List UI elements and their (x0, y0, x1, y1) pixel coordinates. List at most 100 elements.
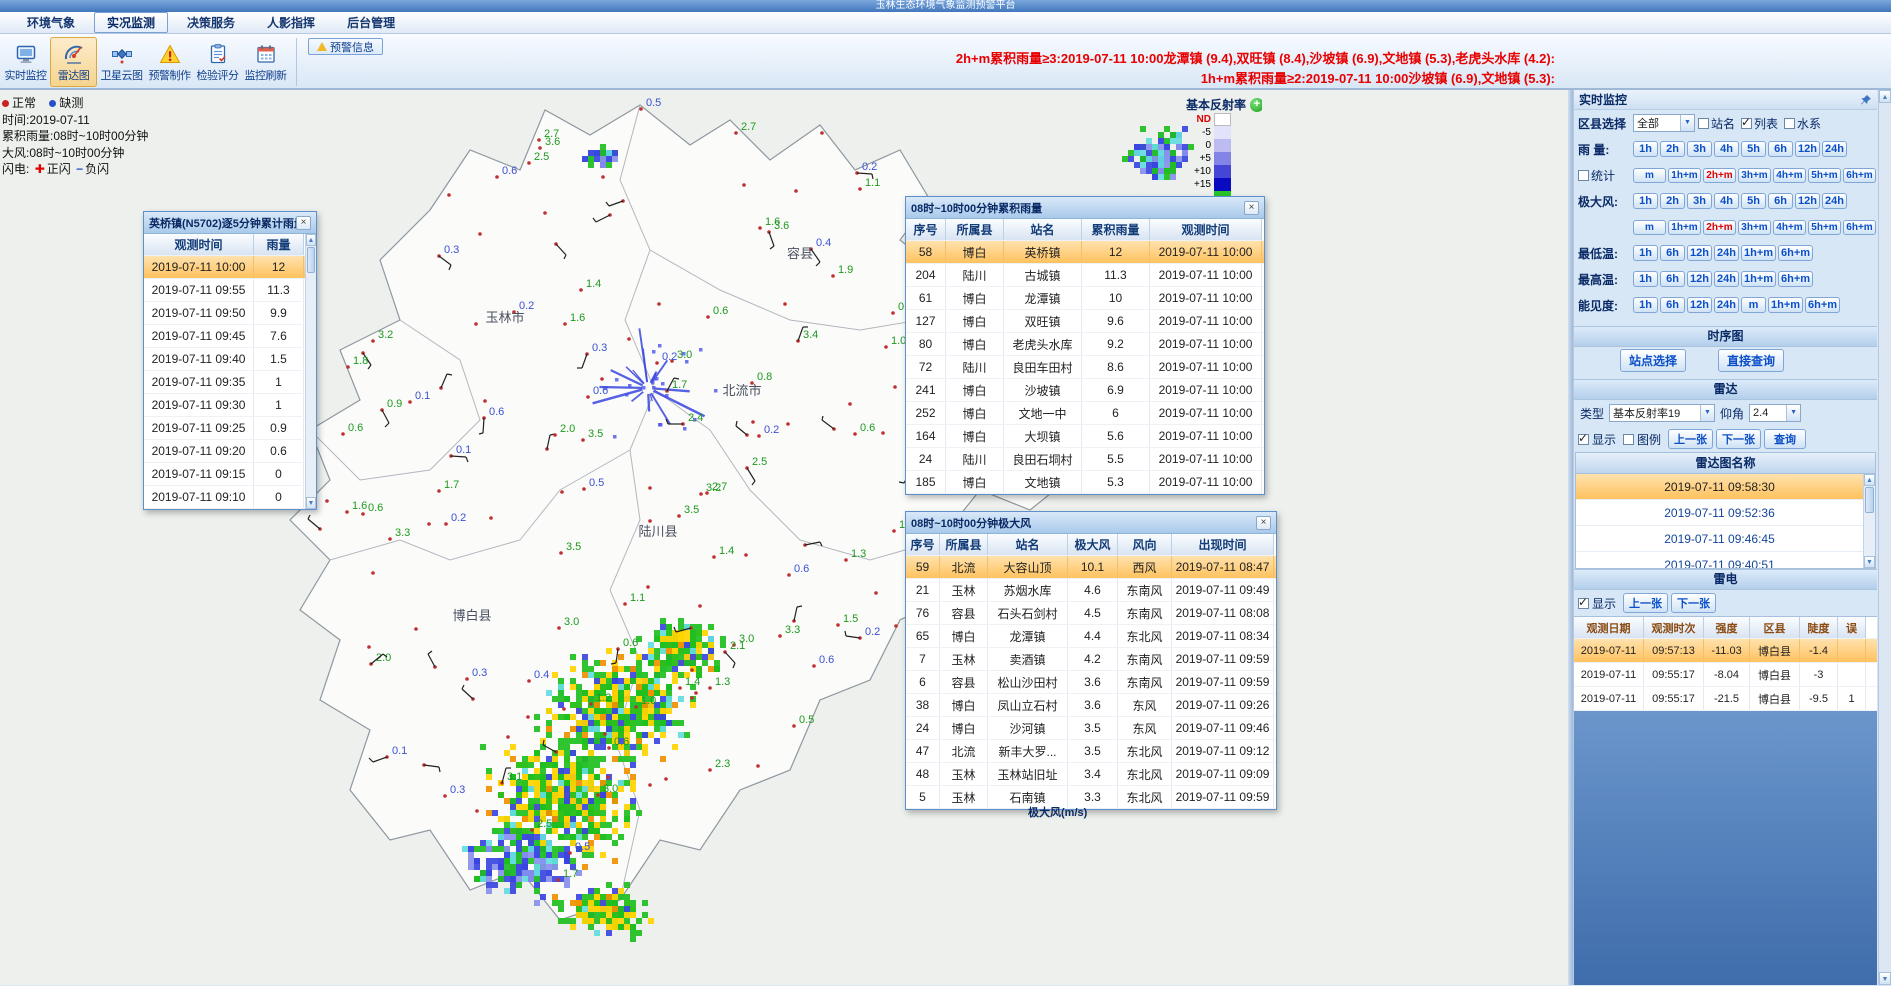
checkbox[interactable] (1741, 118, 1752, 129)
wind-minute-m[interactable]: m (1633, 220, 1666, 235)
rain-hour-24h[interactable]: 24h (1822, 141, 1847, 157)
timeseries-站点选择[interactable]: 站点选择 (1620, 349, 1686, 372)
toolbar-button-satellite[interactable]: 卫星云图 (98, 37, 145, 87)
pin-icon[interactable] (1860, 94, 1872, 106)
tmin-1h[interactable]: 1h (1633, 245, 1658, 261)
column-header[interactable]: 序号 (906, 534, 940, 555)
column-header[interactable]: 所属县 (940, 534, 988, 555)
tmax-1h+m[interactable]: 1h+m (1741, 271, 1776, 287)
wind-minute-1h+m[interactable]: 1h+m (1668, 220, 1701, 235)
wind-minute-6h+m[interactable]: 6h+m (1843, 220, 1876, 235)
vis-1h+m[interactable]: 1h+m (1768, 297, 1803, 313)
column-header[interactable]: 观测时次 (1644, 617, 1704, 638)
column-header[interactable]: 出现时间 (1172, 534, 1274, 555)
table-row[interactable]: 80博白老虎头水库9.22019-07-11 10:00 (906, 333, 1264, 356)
table-row[interactable]: 204陆川古城镇11.32019-07-11 10:00 (906, 264, 1264, 287)
table-row[interactable]: 21玉林苏烟水库4.6东南风2019-07-11 09:49 (906, 579, 1276, 602)
column-header[interactable]: 区县 (1750, 617, 1800, 638)
timeseries-直接查询[interactable]: 直接查询 (1718, 349, 1784, 372)
column-header[interactable]: 站名 (988, 534, 1068, 555)
table-row[interactable]: 2019-07-11 09:250.9 (144, 417, 305, 440)
toolbar-button-refresh[interactable]: 监控刷新 (242, 37, 289, 87)
max-wind-titlebar[interactable]: 08时~10时00分钟极大风 × (906, 512, 1276, 534)
radar-next-button[interactable]: 下一张 (1716, 429, 1761, 449)
table-row[interactable]: 6容县松山沙田村3.6东南风2019-07-11 09:59 (906, 671, 1276, 694)
table-row[interactable]: 2019-07-1109:55:17-21.5博白县-9.51 (1574, 687, 1877, 711)
table-row[interactable]: 72陆川良田车田村8.62019-07-11 10:00 (906, 356, 1264, 379)
table-row[interactable]: 2019-07-11 09:401.5 (144, 348, 305, 371)
rain-minute-6h+m[interactable]: 6h+m (1843, 168, 1876, 183)
toolbar-button-alert[interactable]: 预警制作 (146, 37, 193, 87)
tmax-24h[interactable]: 24h (1714, 271, 1739, 287)
wind-minute-3h+m[interactable]: 3h+m (1738, 220, 1771, 235)
rain-minute-5h+m[interactable]: 5h+m (1808, 168, 1841, 183)
tmin-6h[interactable]: 6h (1660, 245, 1685, 261)
column-header[interactable]: 观测时间 (1150, 219, 1262, 240)
rain-minute-4h+m[interactable]: 4h+m (1773, 168, 1806, 183)
tmax-12h[interactable]: 12h (1687, 271, 1712, 287)
tmin-24h[interactable]: 24h (1714, 245, 1739, 261)
district-select[interactable]: 全部 ▼ (1633, 114, 1695, 132)
column-header[interactable]: 强度 (1704, 617, 1750, 638)
table-row[interactable]: 58博白英桥镇122019-07-11 10:00 (906, 241, 1264, 264)
vis-6h[interactable]: 6h (1660, 297, 1685, 313)
radar-elev-select[interactable]: 2.4 ▼ (1749, 404, 1801, 422)
scroll-thumb[interactable] (1865, 487, 1874, 513)
menu-tab-3[interactable]: 人影指挥 (254, 12, 328, 33)
toolbar-button-radar[interactable]: 雷达图 (50, 37, 97, 87)
table-row[interactable]: 24陆川良田石垌村5.52019-07-11 10:00 (906, 448, 1264, 471)
table-row[interactable]: 65博白龙潭镇4.4东北风2019-07-11 08:34 (906, 625, 1276, 648)
chevron-down-icon[interactable]: ▼ (1786, 405, 1800, 421)
wind-hour-6h[interactable]: 6h (1768, 193, 1793, 209)
radar-image-item[interactable]: 2019-07-11 09:58:30 (1576, 474, 1863, 500)
column-header[interactable]: 陡度 (1800, 617, 1838, 638)
close-icon[interactable]: × (1244, 201, 1259, 215)
table-row[interactable]: 2019-07-1109:57:13-11.03博白县-1.4 (1574, 639, 1877, 663)
scroll-down-icon[interactable]: ▼ (1864, 556, 1875, 568)
wind-hour-2h[interactable]: 2h (1660, 193, 1685, 209)
checkbox[interactable] (1784, 118, 1795, 129)
radar-image-item[interactable]: 2019-07-11 09:52:36 (1576, 500, 1863, 526)
rain-hour-4h[interactable]: 4h (1714, 141, 1739, 157)
table-row[interactable]: 127博白双旺镇9.62019-07-11 10:00 (906, 310, 1264, 333)
column-header[interactable]: 累积雨量 (1082, 219, 1150, 240)
table-row[interactable]: 59北流大容山顶10.1西风2019-07-11 08:47 (906, 556, 1276, 579)
rain-hour-6h[interactable]: 6h (1768, 141, 1793, 157)
scroll-up-icon[interactable]: ▲ (306, 234, 316, 246)
table-row[interactable]: 252博白文地一中62019-07-11 10:00 (906, 402, 1264, 425)
column-header[interactable]: 误 (1838, 617, 1866, 638)
close-icon[interactable]: × (296, 216, 311, 230)
lightning-show-checkbox[interactable] (1578, 598, 1589, 609)
radar-prev-button[interactable]: 上一张 (1668, 429, 1713, 449)
wind-hour-12h[interactable]: 12h (1795, 193, 1820, 209)
vis-m[interactable]: m (1741, 297, 1766, 313)
table-row[interactable]: 61博白龙潭镇102019-07-11 10:00 (906, 287, 1264, 310)
wind-minute-5h+m[interactable]: 5h+m (1808, 220, 1841, 235)
rain-minute-3h+m[interactable]: 3h+m (1738, 168, 1771, 183)
wind-hour-4h[interactable]: 4h (1714, 193, 1739, 209)
wind-hour-3h[interactable]: 3h (1687, 193, 1712, 209)
menu-tab-0[interactable]: 环境气象 (14, 12, 88, 33)
lightning-prev-button[interactable]: 上一张 (1623, 593, 1668, 613)
wind-hour-24h[interactable]: 24h (1822, 193, 1847, 209)
table-row[interactable]: 185博白文地镇5.32019-07-11 10:00 (906, 471, 1264, 494)
rain-hour-5h[interactable]: 5h (1741, 141, 1766, 157)
rain-minute-m[interactable]: m (1633, 168, 1666, 183)
vis-24h[interactable]: 24h (1714, 297, 1739, 313)
vis-12h[interactable]: 12h (1687, 297, 1712, 313)
station-rain-titlebar[interactable]: 英桥镇(N5702)逐5分钟累计雨量 × (144, 212, 316, 234)
sidebar-scrollbar[interactable]: ▲ ▼ (1878, 90, 1891, 985)
rain-minute-1h+m[interactable]: 1h+m (1668, 168, 1701, 183)
radar-image-item[interactable]: 2019-07-11 09:46:45 (1576, 526, 1863, 552)
toolbar-button-monitor[interactable]: 实时监控 (2, 37, 49, 87)
checkbox[interactable] (1698, 118, 1709, 129)
tmin-1h+m[interactable]: 1h+m (1741, 245, 1776, 261)
column-header[interactable]: 风向 (1118, 534, 1172, 555)
table-row[interactable]: 47北流新丰大罗...3.5东北风2019-07-11 09:12 (906, 740, 1276, 763)
scroll-up-icon[interactable]: ▲ (1879, 90, 1891, 103)
column-header[interactable]: 所属县 (946, 219, 1004, 240)
wind-hour-5h[interactable]: 5h (1741, 193, 1766, 209)
station-rain-scrollbar[interactable]: ▲ ▼ (305, 234, 316, 509)
map-area[interactable]: 1.51.42.40.40.33.01.33.33.23.51.72.51.10… (0, 90, 1568, 985)
wind-hour-1h[interactable]: 1h (1633, 193, 1658, 209)
